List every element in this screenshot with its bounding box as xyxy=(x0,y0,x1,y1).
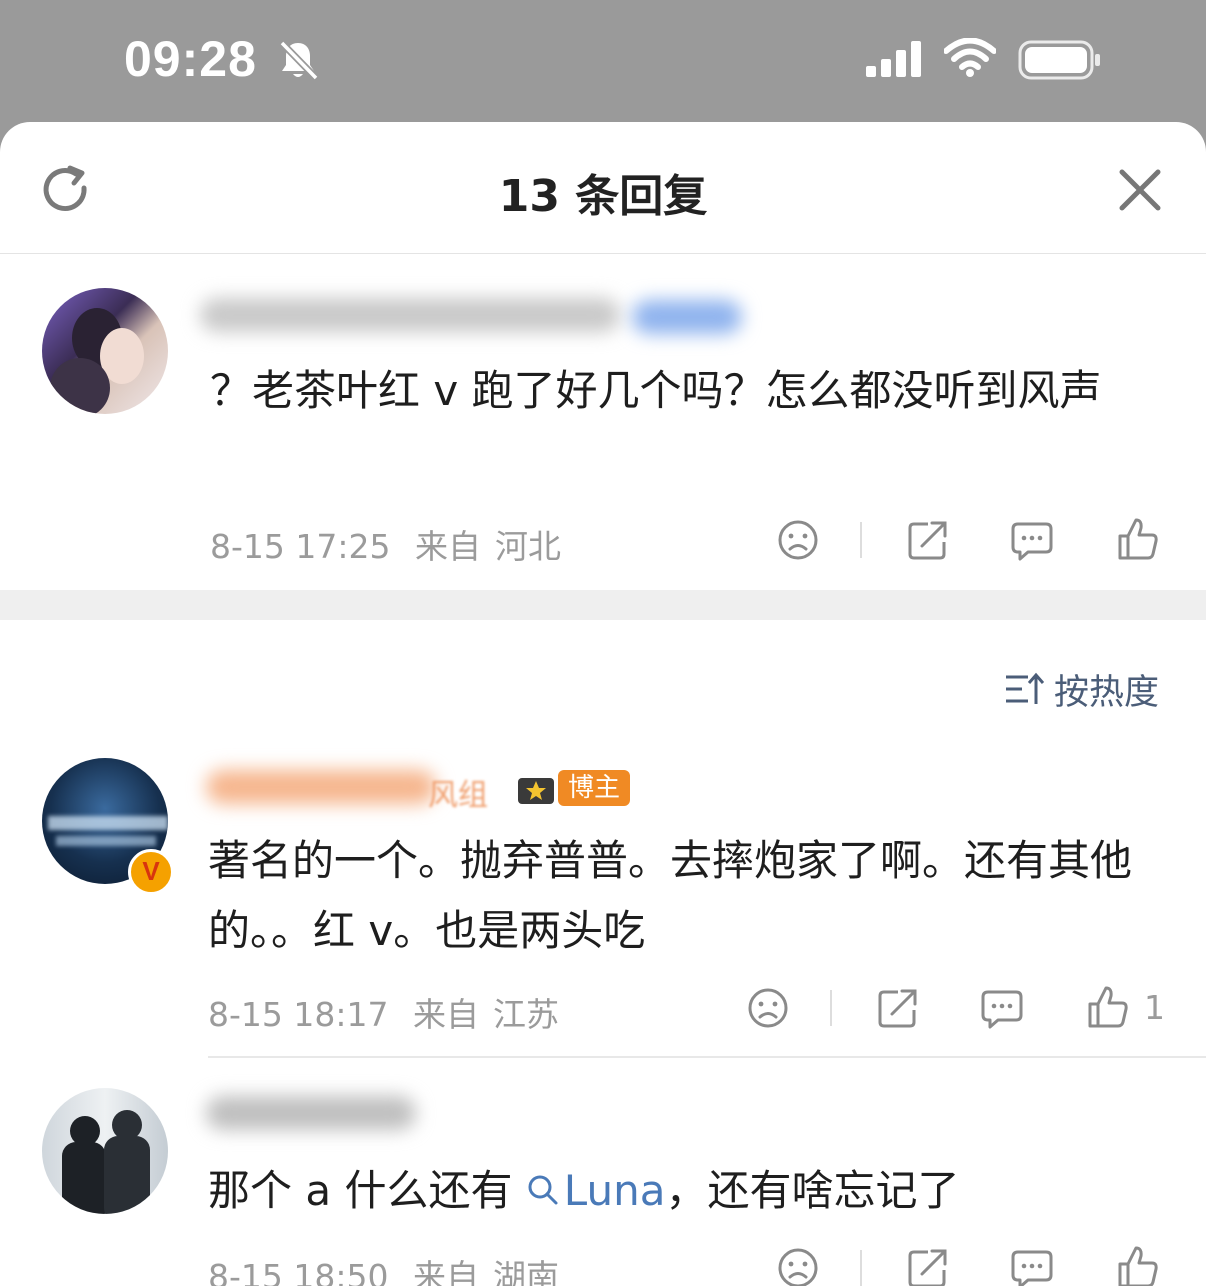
username-fragment: 风组 xyxy=(428,778,488,813)
username-blurred[interactable] xyxy=(200,298,620,332)
like-count: 1 xyxy=(1144,988,1165,1027)
username-blurred[interactable] xyxy=(206,1096,416,1130)
like-icon[interactable] xyxy=(1116,516,1160,562)
dislike-icon[interactable] xyxy=(776,518,820,562)
avatar[interactable] xyxy=(42,1088,168,1214)
section-divider xyxy=(0,590,1206,620)
comment-icon[interactable] xyxy=(1010,1248,1054,1286)
comment-text-start: 那个 a 什么还有 xyxy=(208,1166,526,1215)
sort-button[interactable]: 按热度 xyxy=(1004,664,1159,715)
like-icon[interactable] xyxy=(1086,984,1130,1030)
username-blurred[interactable] xyxy=(206,770,436,804)
comment-icon[interactable] xyxy=(980,988,1024,1030)
cellular-signal-icon xyxy=(866,41,921,77)
bell-muted-icon xyxy=(279,40,319,81)
status-time: 09:28 xyxy=(124,31,257,87)
comment-date: 8-15 18:50 xyxy=(208,1257,389,1286)
comment-icon[interactable] xyxy=(1010,520,1054,562)
comment-meta: 8-15 18:17 来自 江苏 xyxy=(208,988,573,1036)
user-tag-blurred xyxy=(632,300,742,334)
from-label: 来自 xyxy=(415,527,481,566)
action-divider xyxy=(860,1250,862,1286)
comment-text: 那个 a 什么还有 Luna，还有啥忘记了 xyxy=(208,1156,1168,1226)
comment-meta: 8-15 18:50 来自 湖南 xyxy=(208,1250,573,1286)
action-divider xyxy=(860,522,862,558)
dislike-icon[interactable] xyxy=(746,986,790,1030)
share-icon[interactable] xyxy=(906,518,950,562)
comment-date: 8-15 17:25 xyxy=(210,527,391,566)
dislike-icon[interactable] xyxy=(776,1246,820,1286)
comment-text: 著名的一个。抛弃普普。去摔炮家了啊。还有其他的。。红 v。也是两头吃 xyxy=(208,836,1133,955)
crown-icon xyxy=(518,778,554,804)
replies-sheet: 13 条回复 ？老茶叶红 v 跑了好几个吗？怎么都没听到风声 8-15 17:2… xyxy=(0,122,1206,1286)
like-icon[interactable] xyxy=(1116,1244,1160,1286)
topic-link-label: Luna xyxy=(563,1166,666,1215)
battery-icon xyxy=(1018,40,1100,80)
comment-location: 河北 xyxy=(495,527,561,566)
close-icon[interactable] xyxy=(1118,168,1162,212)
status-bar: 09:28 xyxy=(0,0,1206,124)
verified-badge-icon: V xyxy=(128,849,174,895)
comment-text: ？老茶叶红 v 跑了好几个吗？怎么都没听到风声 xyxy=(210,366,1102,415)
comment-date: 8-15 18:17 xyxy=(208,995,389,1034)
sort-icon xyxy=(1006,672,1044,704)
search-icon xyxy=(528,1175,558,1205)
comment-location: 江苏 xyxy=(493,995,559,1034)
author-badge: 博主 xyxy=(558,770,631,806)
from-label: 来自 xyxy=(413,995,479,1034)
sheet-header: 13 条回复 xyxy=(0,122,1206,254)
avatar[interactable] xyxy=(42,288,168,414)
share-icon[interactable] xyxy=(906,1246,950,1286)
comment-text-end: ，还有啥忘记了 xyxy=(665,1166,960,1215)
topic-link[interactable]: Luna xyxy=(526,1166,666,1215)
wifi-icon xyxy=(944,38,996,77)
row-divider xyxy=(208,1056,1206,1058)
comment-meta: 8-15 17:25 来自 河北 xyxy=(210,520,575,568)
action-divider xyxy=(830,990,832,1026)
share-icon[interactable] xyxy=(876,986,920,1030)
comment-location: 湖南 xyxy=(493,1257,559,1286)
from-label: 来自 xyxy=(413,1257,479,1286)
sheet-title: 13 条回复 xyxy=(498,171,708,222)
sort-label: 按热度 xyxy=(1054,673,1160,713)
